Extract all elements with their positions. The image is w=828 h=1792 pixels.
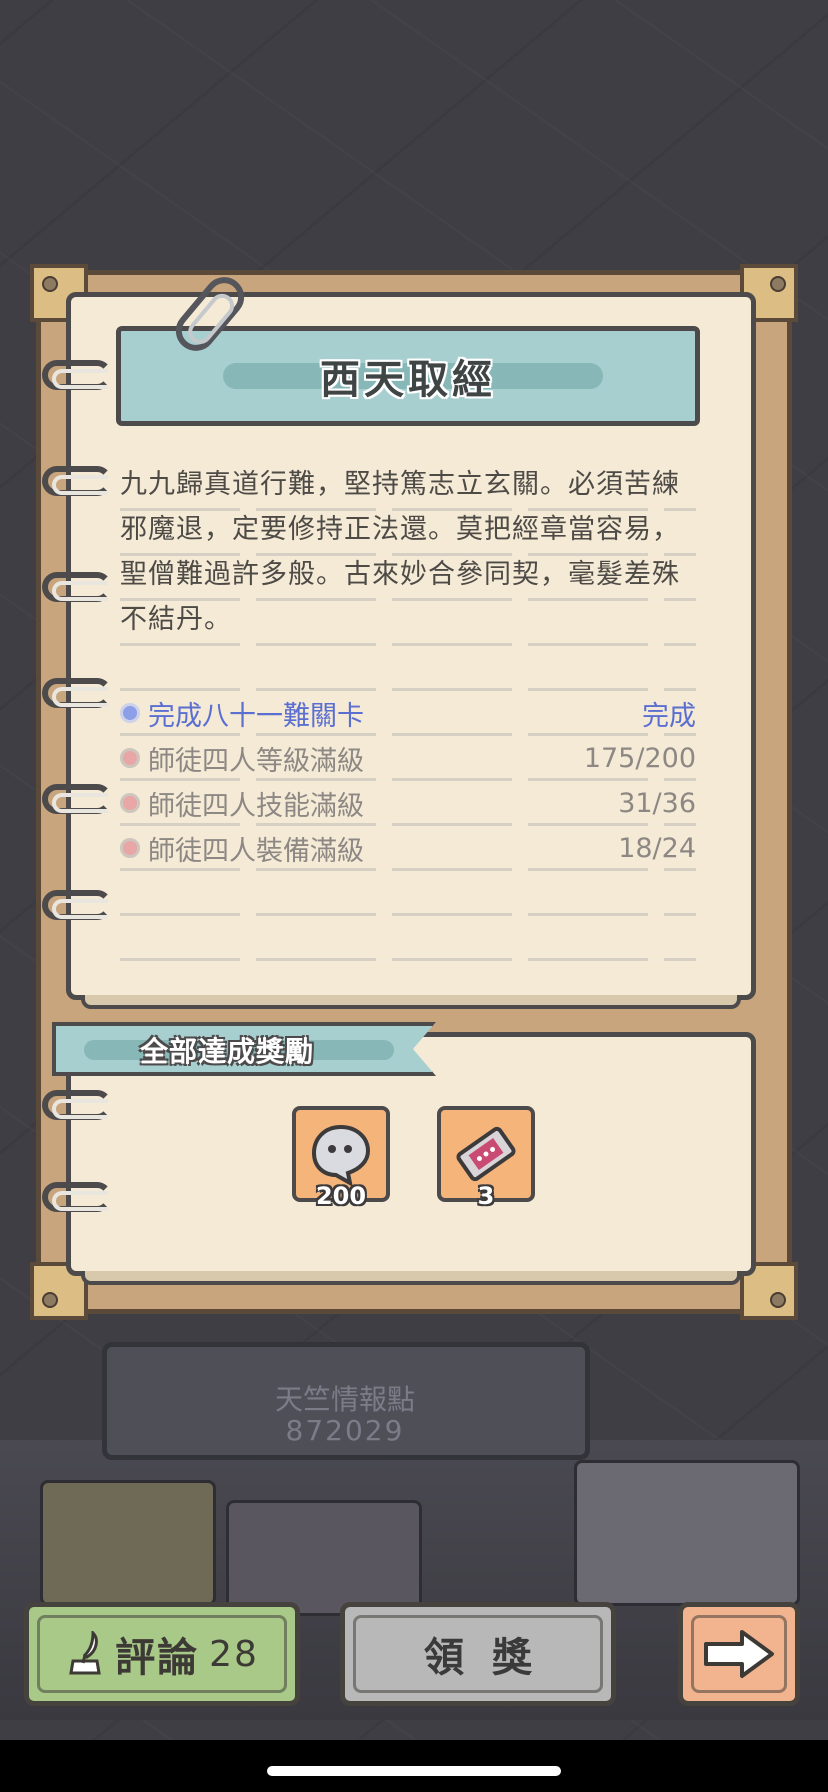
task-pending-dot-icon xyxy=(120,748,140,768)
binder-ring xyxy=(42,890,112,920)
task-row: 完成八十一難關卡 完成 xyxy=(120,693,696,733)
quill-inkpot-icon xyxy=(69,1631,101,1675)
ruled-line xyxy=(120,958,696,961)
binder-ring xyxy=(42,678,112,708)
candy-jar-decoration xyxy=(574,1460,800,1606)
ruled-line xyxy=(120,823,696,826)
task-done-dot-icon xyxy=(120,703,140,723)
binder-ring xyxy=(42,784,112,814)
reward-item[interactable]: 200 xyxy=(292,1106,390,1210)
reward-item[interactable]: 3 xyxy=(437,1106,535,1210)
task-pending-dot-icon xyxy=(120,793,140,813)
binder-ring xyxy=(42,1090,112,1120)
binder-ring xyxy=(42,466,112,496)
ruled-line xyxy=(120,688,696,691)
ruled-line xyxy=(120,598,696,601)
ruled-line xyxy=(120,733,696,736)
comment-count: 28 xyxy=(209,1633,259,1675)
binder-ring xyxy=(42,572,112,602)
task-label: 師徒四人裝備滿級 xyxy=(148,835,364,867)
task-row: 師徒四人裝備滿級 18/24 xyxy=(120,828,696,868)
task-progress: 175/200 xyxy=(583,742,696,774)
home-indicator[interactable] xyxy=(267,1766,561,1776)
task-label: 完成八十一難關卡 xyxy=(148,700,364,732)
comment-button[interactable]: 評論 28 xyxy=(24,1602,300,1706)
paper-box-decoration xyxy=(40,1480,216,1606)
ruled-line xyxy=(120,778,696,781)
reward-count: 200 xyxy=(315,1182,367,1210)
task-row: 師徒四人技能滿級 31/36 xyxy=(120,783,696,823)
claim-label: 領獎 xyxy=(424,1635,560,1681)
page-title: 西天取經 xyxy=(320,357,496,403)
binder-ring xyxy=(42,1182,112,1212)
reward-title: 全部達成獎勵 xyxy=(140,1035,315,1068)
magnifier-decoration xyxy=(226,1500,422,1616)
arrow-right-icon xyxy=(704,1630,774,1678)
ruled-line xyxy=(120,553,696,556)
intel-points-label: 天竺情報點 xyxy=(274,1383,415,1416)
intel-points-value: 872029 xyxy=(285,1414,405,1447)
task-progress: 18/24 xyxy=(618,832,696,864)
ruled-line xyxy=(120,508,696,511)
next-button[interactable] xyxy=(678,1602,800,1706)
task-row: 師徒四人等級滿級 175/200 xyxy=(120,738,696,778)
reward-count: 3 xyxy=(477,1182,495,1210)
task-label: 師徒四人等級滿級 xyxy=(148,745,364,777)
task-status: 完成 xyxy=(642,700,696,732)
ruled-line xyxy=(120,643,696,646)
ticket-icon xyxy=(456,1126,516,1182)
poem-text: 九九歸真道行難，堅持篤志立玄關。必須苦練邪魔退，定要修持正法還。莫把經章當容易，… xyxy=(120,469,680,635)
task-progress: 31/36 xyxy=(618,787,696,819)
task-pending-dot-icon xyxy=(120,838,140,858)
task-label: 師徒四人技能滿級 xyxy=(148,790,364,822)
ruled-line xyxy=(120,913,696,916)
comment-label: 評論 xyxy=(115,1635,200,1681)
ruled-line xyxy=(120,868,696,871)
claim-reward-button[interactable]: 領獎 xyxy=(340,1602,616,1706)
binder-ring xyxy=(42,360,112,390)
ghost-token-icon xyxy=(311,1124,371,1187)
